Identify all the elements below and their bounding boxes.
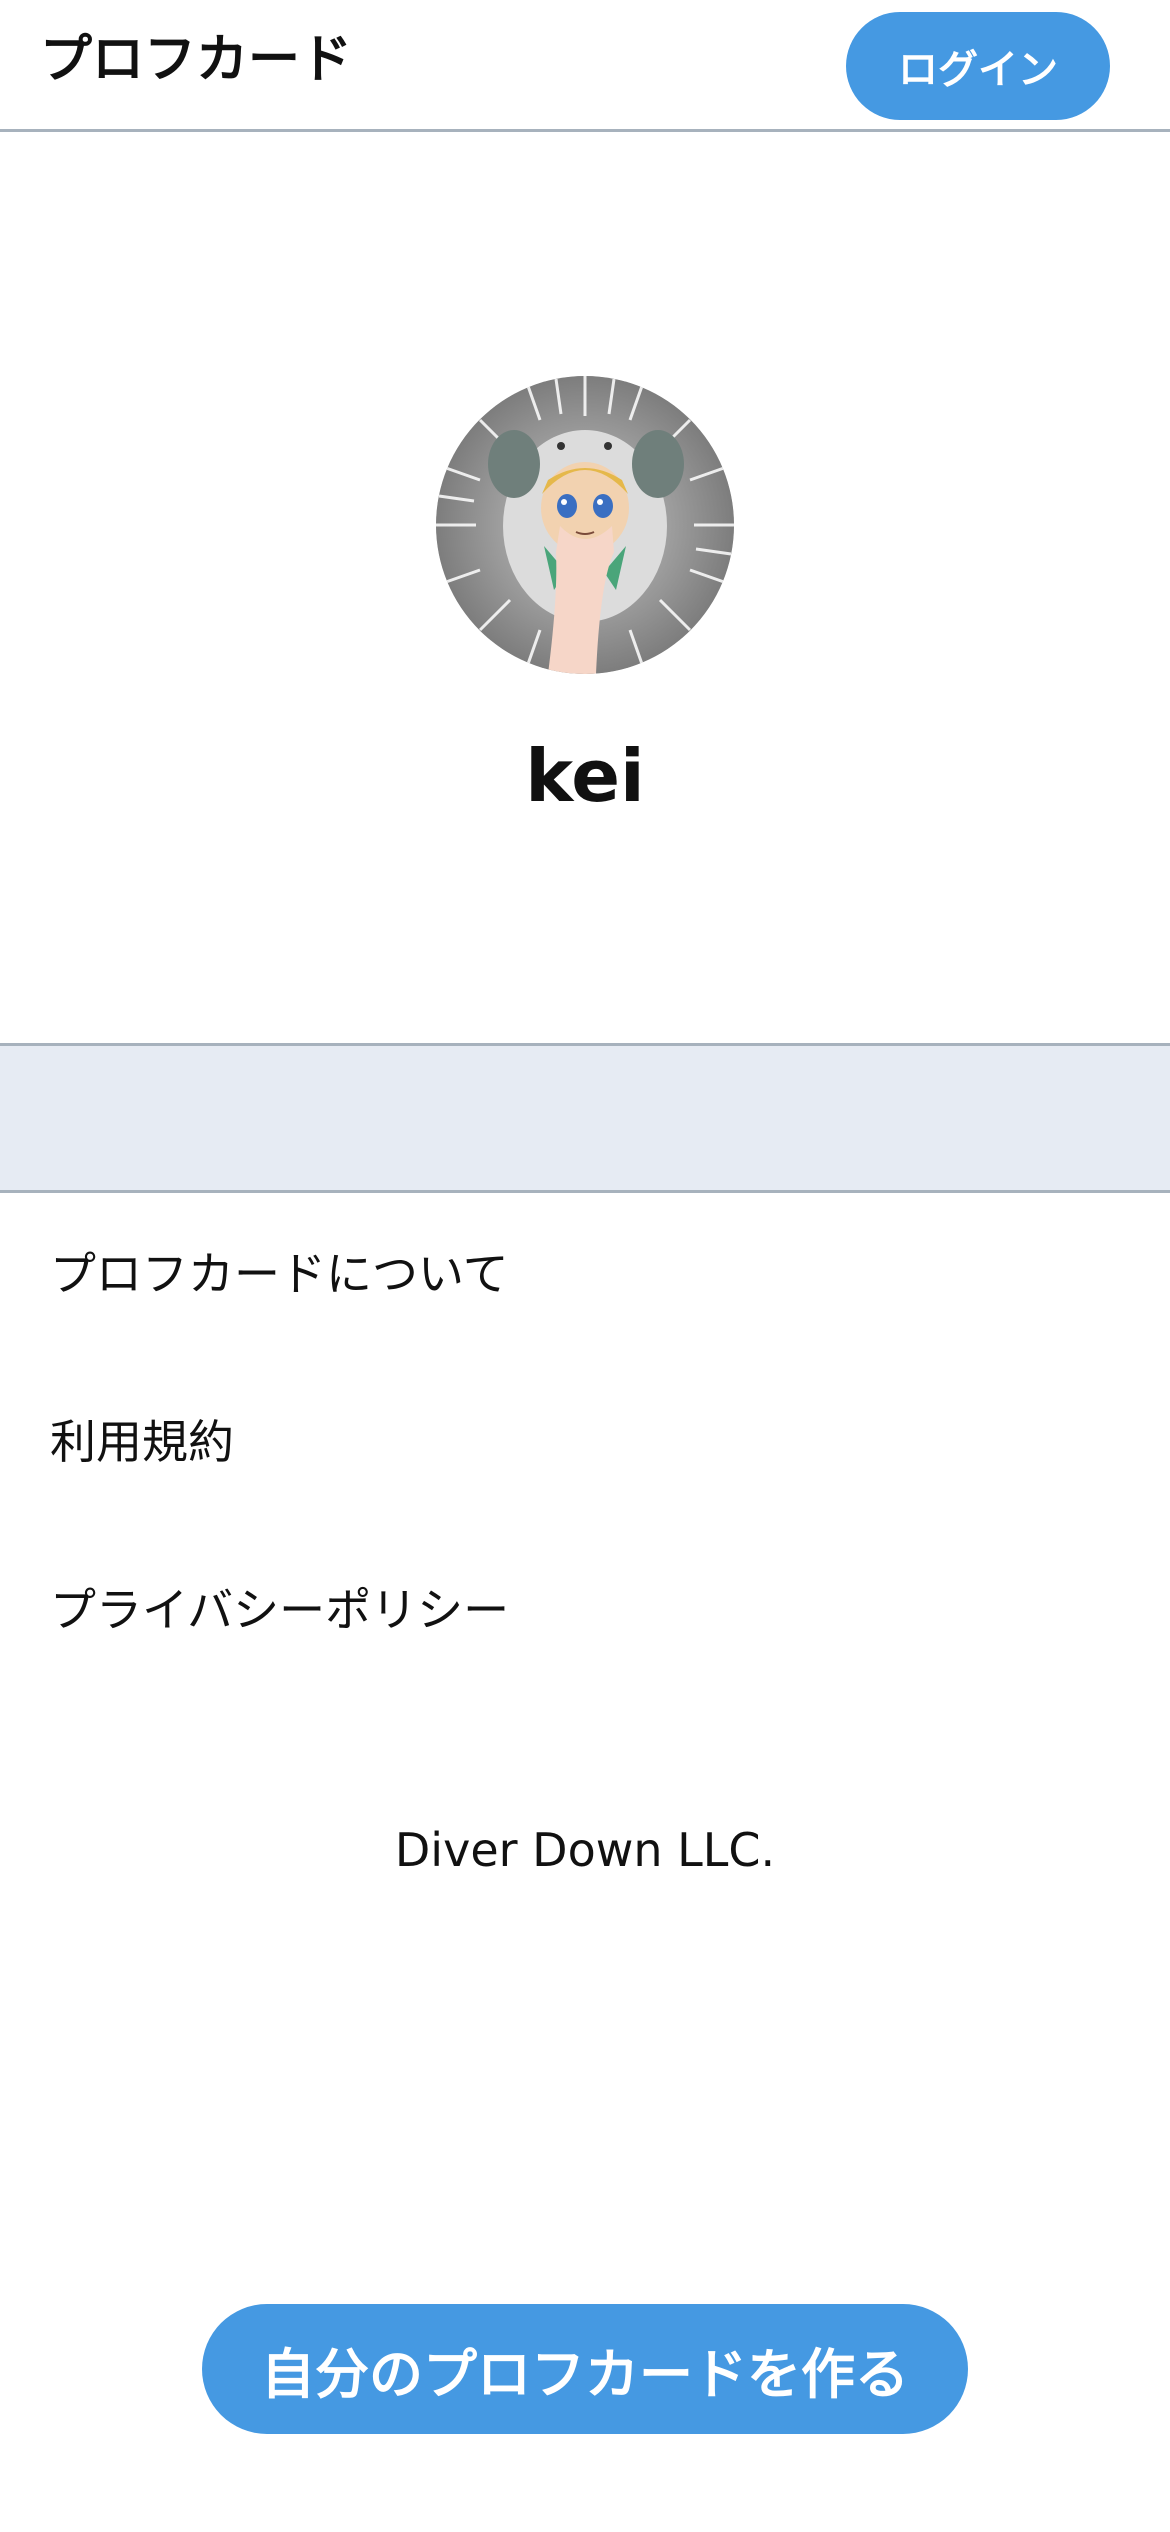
terms-link[interactable]: 利用規約 [50,1412,234,1472]
content-band [0,1043,1170,1193]
create-profcard-button[interactable]: 自分のプロフカードを作る [202,2304,968,2434]
username: kei [525,734,645,818]
avatar-image [436,376,734,674]
app-title: プロフカード [40,30,353,90]
avatar [436,376,734,674]
about-link[interactable]: プロフカードについて [50,1244,509,1304]
page: プロフカード ログイン kei プロフカードについて 利用規約 プライバシーポリ… [0,0,1170,2532]
company-name: Diver Down LLC. [394,1823,776,1877]
top-bar: プロフカード ログイン [0,0,1170,132]
login-button[interactable]: ログイン [846,12,1110,120]
privacy-policy-link[interactable]: プライバシーポリシー [50,1580,509,1640]
